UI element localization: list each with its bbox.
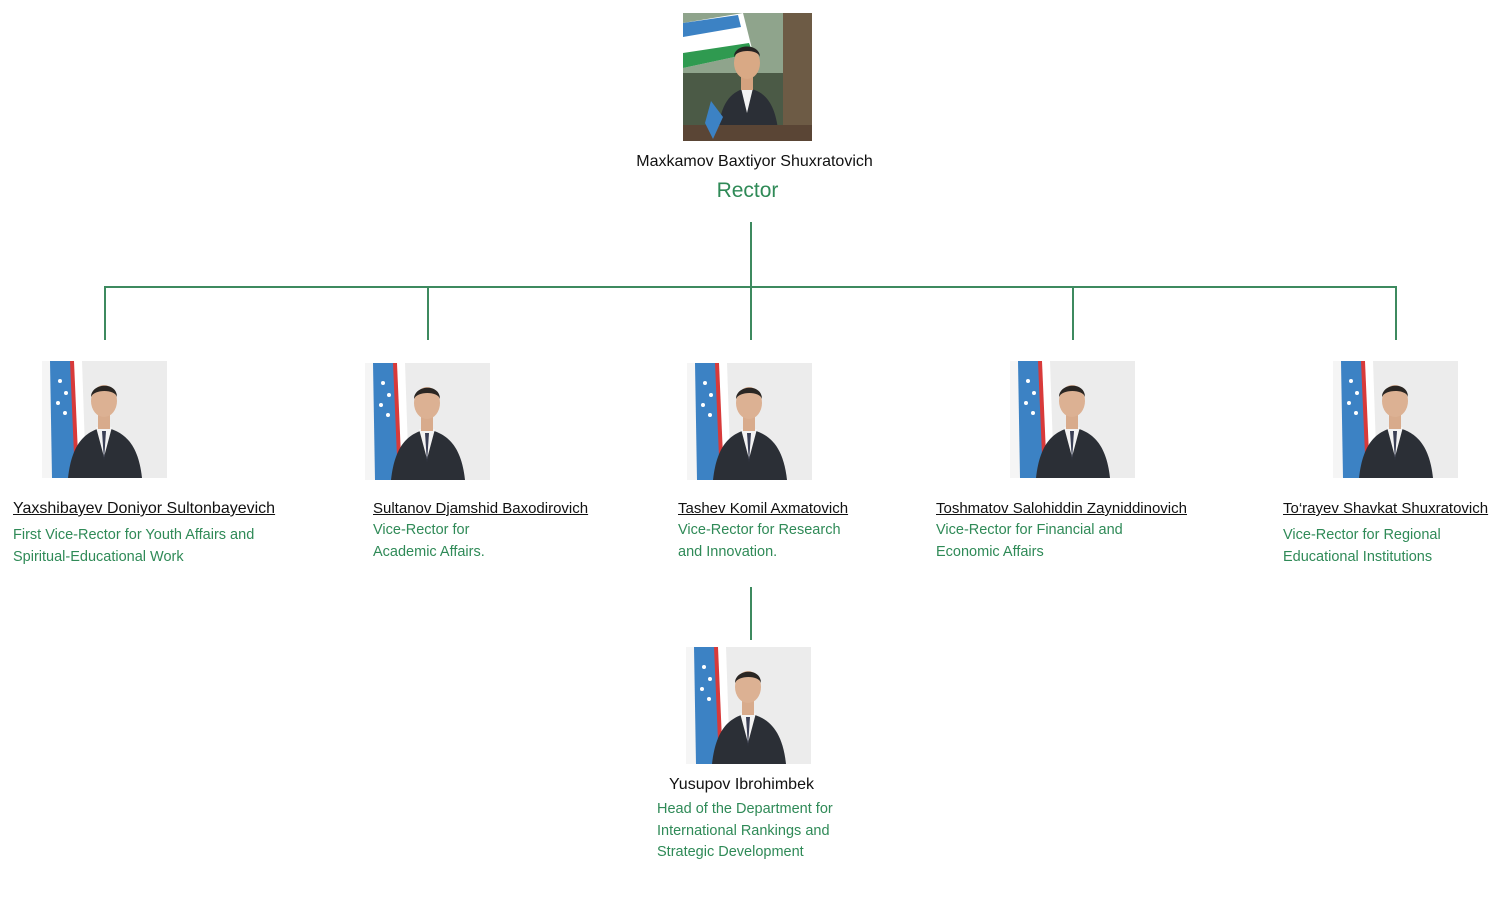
department-head-role: Head of the Department for International… <box>657 801 833 860</box>
department-head-photo <box>686 647 811 764</box>
rector-portrait-image <box>683 13 812 141</box>
vice-rector-name-link[interactable]: To‘rayev Shavkat Shuxratovich <box>1283 500 1488 517</box>
connector-drop-4 <box>1072 286 1074 340</box>
portrait-image <box>686 647 811 764</box>
rector-name: Maxkamov Baxtiyor Shuxratovich <box>636 153 873 170</box>
vice-rector-role: Vice-Rector for Regional Educational Ins… <box>1283 527 1441 565</box>
connector-to-department <box>750 587 752 640</box>
vice-rector-photo <box>1333 361 1458 478</box>
vice-rector-name-link[interactable]: Toshmatov Salohiddin Zayniddinovich <box>936 500 1187 517</box>
department-head-name: Yusupov Ibrohimbek <box>669 776 814 793</box>
connector-drop-1 <box>104 286 106 340</box>
vice-rector-role: First Vice-Rector for Youth Affairs and … <box>13 527 255 565</box>
rector-photo <box>683 13 812 141</box>
connector-drop-2 <box>427 286 429 340</box>
vice-rector-photo <box>687 363 812 480</box>
vice-rector-photo <box>365 363 490 480</box>
vice-rector-name-link[interactable]: Sultanov Djamshid Baxodirovich <box>373 500 588 517</box>
portrait-image <box>1333 361 1458 478</box>
vice-rector-photo <box>1010 361 1135 478</box>
portrait-image <box>687 363 812 480</box>
rector-role: Rector <box>716 179 779 202</box>
vice-rector-name-link[interactable]: Yaxshibayev Doniyor Sultonbayevich <box>13 500 275 518</box>
connector-rector-trunk <box>750 222 752 340</box>
portrait-image <box>1010 361 1135 478</box>
connector-drop-5 <box>1395 286 1397 340</box>
portrait-image <box>365 363 490 480</box>
vice-rector-role: Vice-Rector for Research and Innovation. <box>678 522 841 560</box>
vice-rector-name-link[interactable]: Tashev Komil Axmatovich <box>678 500 848 517</box>
vice-rector-role: Vice-Rector for Academic Affairs. <box>373 522 485 560</box>
vice-rector-role: Vice-Rector for Financial and Economic A… <box>936 522 1123 560</box>
connector-horizontal-bar <box>104 286 1397 288</box>
vice-rector-photo <box>42 361 167 478</box>
portrait-image <box>42 361 167 478</box>
